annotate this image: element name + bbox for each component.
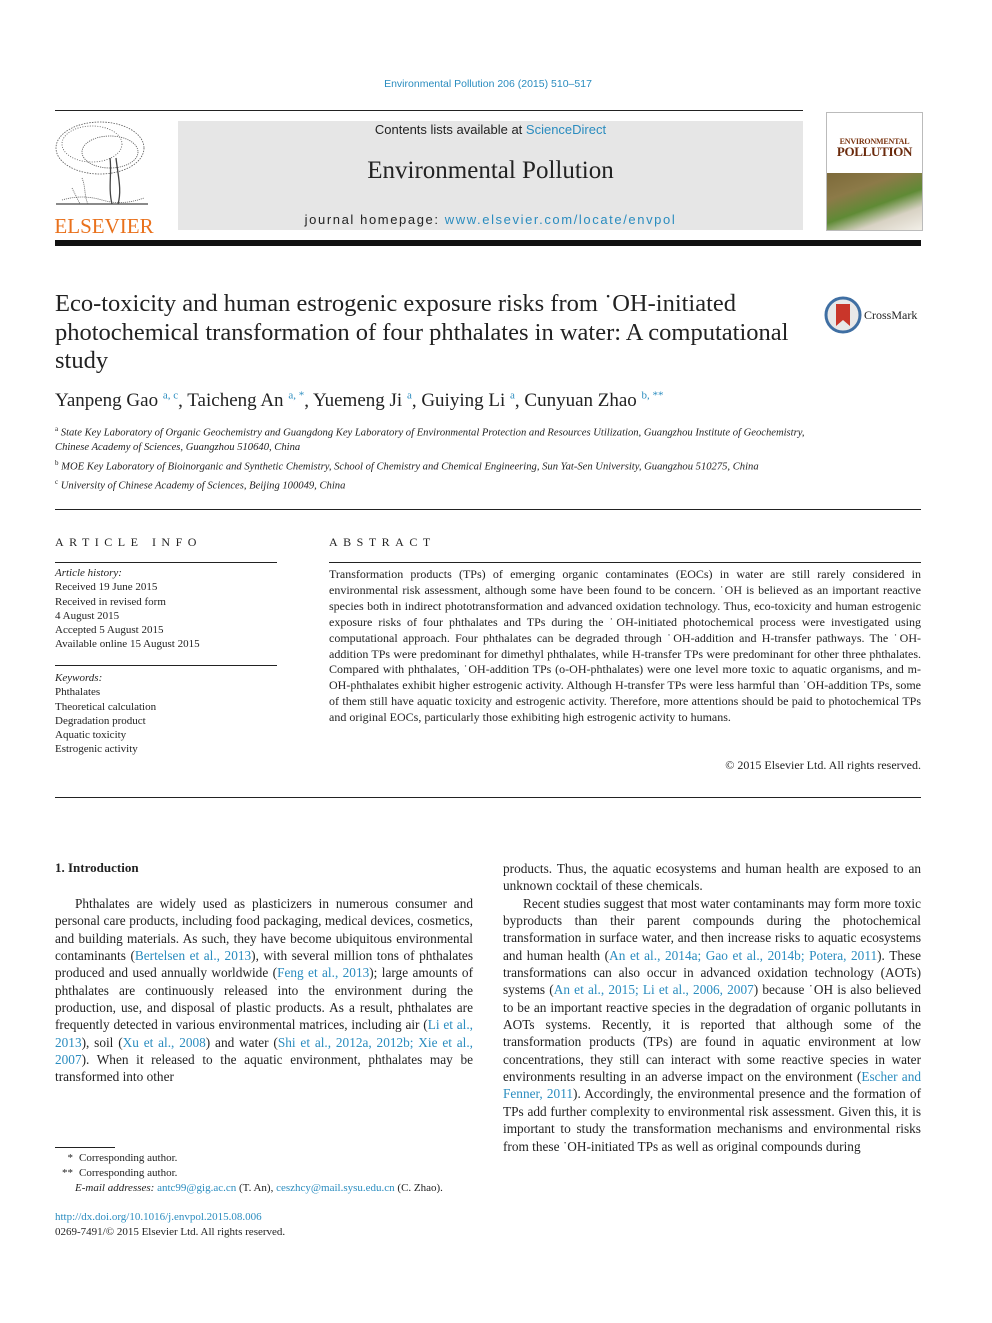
author[interactable]: Guiying Li a [421,390,515,411]
keyword: Theoretical calculation [55,700,157,713]
journal-citation-link[interactable]: Environmental Pollution 206 (2015) 510–5… [0,78,976,90]
homepage-link[interactable]: www.elsevier.com/locate/envpol [445,212,677,227]
body-column-left: Phthalates are widely used as plasticize… [55,895,473,1086]
email-link[interactable]: antc99@gig.ac.cn [157,1182,236,1194]
affiliation: a State Key Laboratory of Organic Geoche… [55,425,805,454]
section-rule [55,509,921,510]
history-item: Accepted 5 August 2015 [55,624,164,637]
body-text: ) and water ( [205,1034,278,1050]
abstract-copyright: © 2015 Elsevier Ltd. All rights reserved… [725,758,921,772]
issn-copyright: 0269-7491/© 2015 Elsevier Ltd. All right… [55,1226,286,1238]
cover-title-line2: POLLUTION [836,144,913,159]
footnotes: * Corresponding author. ** Corresponding a… [55,1151,485,1196]
crossmark-button[interactable]: CrossMark [824,296,924,336]
history-item: Available online 15 August 2015 [55,638,200,651]
crossmark-icon [824,296,862,334]
elsevier-tree-icon [55,121,148,205]
affiliation: c University of Chinese Academy of Scien… [55,477,346,492]
body-text: ) because ˙OH is also believed to be an … [503,982,921,1085]
author-list: Yanpeng Gao a, c, Taicheng An a, *, Yuem… [55,390,664,412]
introduction-heading: 1. Introduction [55,860,139,875]
author[interactable]: Yanpeng Gao a, c [55,390,178,411]
body-text: products. Thus, the aquatic ecosystems a… [503,861,921,894]
body-text: ). When it released to the aquatic envir… [55,1052,473,1085]
history-item: 4 August 2015 [55,609,120,622]
homepage-line: journal homepage: www.elsevier.com/locat… [178,212,803,227]
article-info-heading: ARTICLE INFO [55,535,202,549]
footnote: * Corresponding author. [67,1152,178,1164]
cover-photo [827,173,922,230]
citation-link[interactable]: Bertelsen et al., 2013 [135,948,251,963]
keyword: Estrogenic activity [55,743,138,756]
homepage-prefix: journal homepage: [304,212,445,227]
body-column-right: products. Thus, the aquatic ecosystems a… [503,860,921,1155]
footnote-rule [55,1147,115,1148]
email-link[interactable]: ceszhcy@mail.sysu.edu.cn [276,1182,395,1194]
doi-link[interactable]: http://dx.doi.org/10.1016/j.envpol.2015.… [55,1211,262,1223]
journal-banner: Contents lists available at ScienceDirec… [178,121,803,230]
keyword: Phthalates [55,686,101,699]
history-item: Received in revised form [55,595,166,608]
journal-title: Environmental Pollution [367,157,614,184]
header-rule [55,110,803,111]
footnote: ** Corresponding author. [62,1167,178,1179]
header-thick-rule [55,240,921,246]
keywords-label: Keywords: [55,672,103,684]
email-addresses: E-mail addresses: antc99@gig.ac.cn (T. A… [75,1182,443,1194]
journal-cover-image[interactable]: ENVIRONMENTAL POLLUTION [826,112,923,231]
article-history: Article history: Received 19 June 2015 R… [55,566,277,652]
contents-prefix: Contents lists available at [374,122,526,137]
history-item: Received 19 June 2015 [55,581,158,594]
citation-link[interactable]: Xu et al., 2008 [123,1035,206,1050]
author[interactable]: Yuemeng Ji a [313,390,412,411]
abstract-rule [329,562,921,563]
citation-link[interactable]: An et al., 2015; Li et al., 2006, 2007 [554,982,754,997]
section-rule-bottom [55,797,921,798]
contents-line: Contents lists available at ScienceDirec… [178,122,803,137]
elsevier-logo[interactable]: ELSEVIER [52,118,156,238]
affiliations: a State Key Laboratory of Organic Geoche… [55,422,805,494]
abstract-heading: ABSTRACT [329,535,436,549]
keyword: Aquatic toxicity [55,729,127,742]
citation-link[interactable]: An et al., 2014a; Gao et al., 2014b; Pot… [609,948,877,963]
intro-paragraph: products. Thus, the aquatic ecosystems a… [503,860,921,895]
author[interactable]: Taicheng An a, * [187,390,304,411]
crossmark-label: CrossMark [864,308,918,322]
article-title: Eco-toxicity and human estrogenic exposu… [55,290,789,374]
author[interactable]: Cunyuan Zhao b, ** [524,390,663,411]
history-label: Article history: [55,567,122,579]
intro-paragraph: Recent studies suggest that most water c… [503,895,921,1155]
affiliation: b MOE Key Laboratory of Bioinorganic and… [55,458,759,473]
body-text: ), soil ( [81,1034,123,1050]
article-info-rule [55,562,277,563]
keyword: Degradation product [55,714,146,727]
keywords-rule [55,665,277,666]
sciencedirect-link[interactable]: ScienceDirect [526,122,606,137]
elsevier-wordmark: ELSEVIER [54,214,154,238]
abstract-text: Transformation products (TPs) of emergin… [329,567,921,725]
intro-paragraph: Phthalates are widely used as plasticize… [55,895,473,1086]
citation-link[interactable]: Feng et al., 2013 [277,965,369,980]
keywords: Keywords: Phthalates Theoretical calcula… [55,671,277,757]
